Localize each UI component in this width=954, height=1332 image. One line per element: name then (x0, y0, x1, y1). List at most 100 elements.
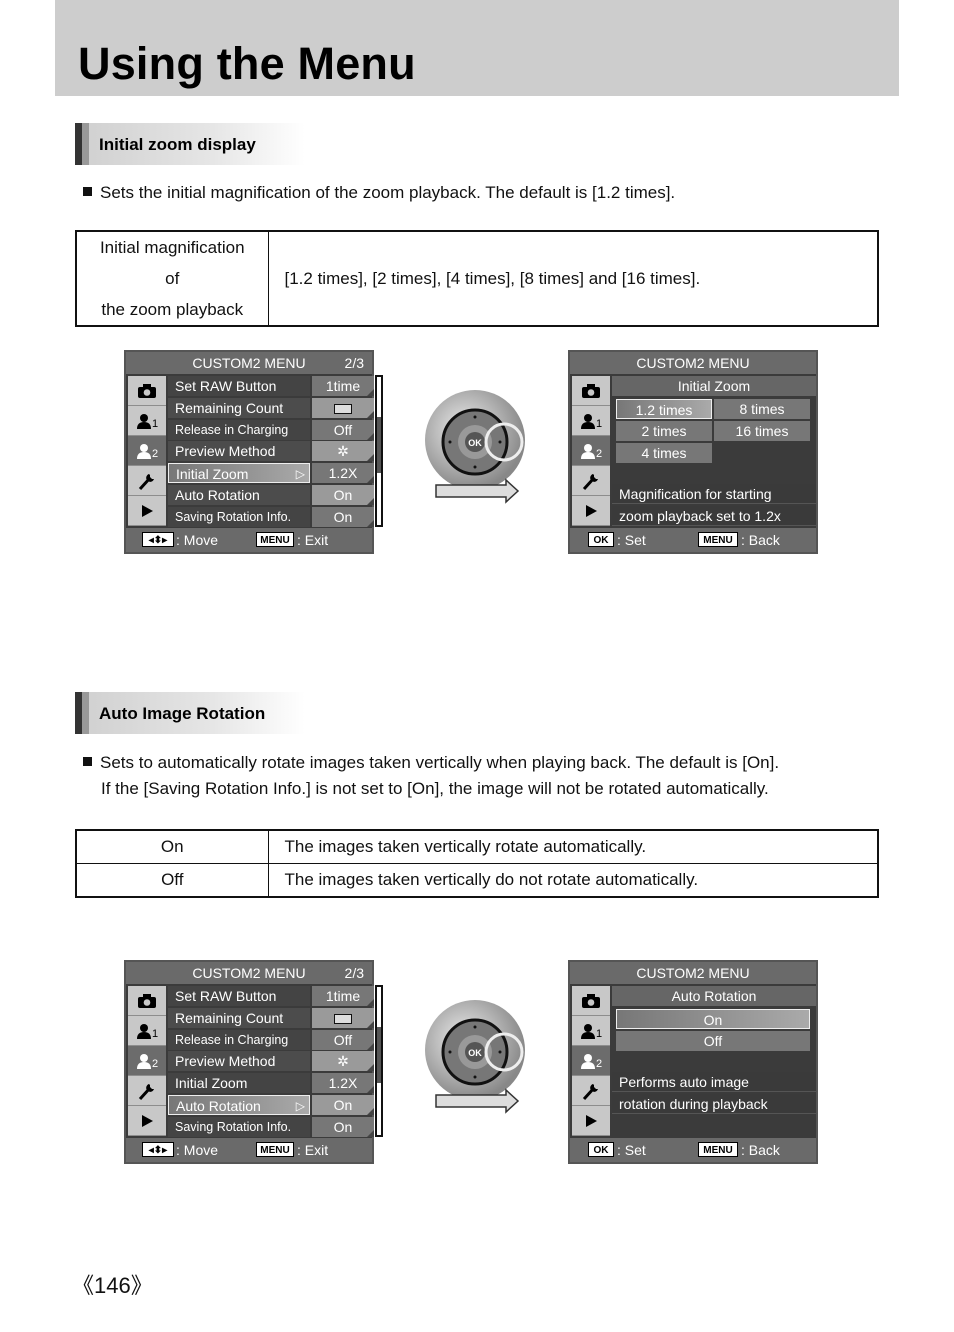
wrench-icon[interactable] (128, 1076, 166, 1106)
row-value-text: On (333, 508, 353, 525)
camera-menu-custom2-auto-rotation: CUSTOM2 MENU 2/3 1 2 Set RAW Button 1time… (124, 960, 374, 1164)
bullet-square-icon (83, 757, 92, 766)
menu-row-release-in-charging[interactable]: Release in Charging Off (168, 1029, 374, 1052)
heading-bar (75, 692, 82, 734)
user1-icon[interactable]: 1 (128, 406, 166, 436)
tab-number: 2 (151, 447, 159, 460)
menu-row-preview-method[interactable]: Preview Method ✲ (168, 441, 374, 463)
row-value: ✲ (312, 1051, 374, 1072)
option-off[interactable]: Off (616, 1031, 810, 1051)
play-icon[interactable] (572, 496, 610, 526)
footer-hint: : Exit (297, 1142, 329, 1158)
option-on[interactable]: On (616, 1009, 810, 1029)
corner-mark (367, 1064, 374, 1072)
menu-footer: OK : Set MENU : Back (570, 1138, 816, 1162)
menu-row-remaining-count[interactable]: Remaining Count (168, 397, 374, 420)
remaining-count-box-icon (334, 403, 352, 414)
camera-icon[interactable] (128, 376, 166, 406)
menu-row-release-in-charging[interactable]: Release in Charging Off (168, 419, 374, 442)
scrollbar-thumb[interactable] (377, 1027, 381, 1083)
play-icon[interactable] (128, 496, 166, 526)
options-table-auto-rotation: On The images taken vertically rotate au… (75, 829, 879, 898)
menu-titlebar: CUSTOM2 MENU (570, 352, 816, 374)
table-value-cell: [1.2 times], [2 times], [4 times], [8 ti… (267, 230, 879, 327)
ok-key-icon: OK (588, 532, 614, 547)
option-4-times[interactable]: 4 times (616, 443, 712, 463)
footer-hint: : Move (176, 532, 219, 548)
menu-row-remaining-count[interactable]: Remaining Count (168, 1007, 374, 1030)
corner-mark (367, 1020, 374, 1028)
camera-icon[interactable] (572, 376, 610, 406)
user2-icon[interactable]: 2 (128, 436, 166, 466)
row-value-text: 1time (325, 988, 361, 1004)
menu-tab-column: 1 2 (128, 376, 166, 526)
option-16-times[interactable]: 16 times (714, 421, 810, 441)
row-value (312, 1007, 374, 1028)
menu-key-icon: MENU (698, 1142, 738, 1157)
footer-hint: : Set (617, 532, 646, 548)
row-value: Off (312, 419, 374, 440)
corner-mark (367, 410, 374, 418)
camera-submenu-initial-zoom: CUSTOM2 MENU 1 2 Initial Zoom 1.2 times … (568, 350, 818, 554)
menu-row-set-raw-button[interactable]: Set RAW Button 1time (168, 376, 374, 398)
menu-title: CUSTOM2 MENU (636, 965, 750, 981)
ok-label: OK (468, 438, 482, 448)
menu-row-auto-rotation[interactable]: Auto Rotation On (168, 484, 374, 507)
menu-row-preview-method[interactable]: Preview Method ✲ (168, 1051, 374, 1073)
corner-mark (367, 389, 374, 396)
menu-key-icon: MENU (256, 532, 294, 547)
menu-row-saving-rotation-info[interactable]: Saving Rotation Info. On (168, 1116, 374, 1139)
row-label: Set RAW Button (168, 376, 310, 396)
camera-icon[interactable] (572, 986, 610, 1016)
menu-tab-column: 1 2 (128, 986, 166, 1136)
menu-scrollbar[interactable] (375, 985, 383, 1137)
menu-row-set-raw-button[interactable]: Set RAW Button 1time (168, 986, 374, 1008)
option-2-times[interactable]: 2 times (616, 421, 712, 441)
table-row: On The images taken vertically rotate au… (75, 829, 879, 864)
row-value: On (312, 1094, 374, 1115)
wrench-icon[interactable] (572, 1076, 610, 1106)
tab-number: 2 (151, 1057, 159, 1070)
play-icon[interactable] (572, 1106, 610, 1136)
table-key-cell: On (75, 829, 269, 864)
table-key-cell: Initial magnification of the zoom playba… (75, 230, 269, 327)
submenu-arrow-icon: ▷ (295, 467, 305, 482)
corner-mark (367, 497, 374, 505)
user1-icon[interactable]: 1 (128, 1016, 166, 1046)
user1-icon[interactable]: 1 (572, 406, 610, 436)
option-8-times[interactable]: 8 times (714, 399, 810, 419)
description-line: Magnification for starting (612, 484, 816, 504)
user2-icon[interactable]: 2 (572, 1046, 610, 1076)
wrench-icon[interactable] (572, 466, 610, 496)
menu-rows: Set RAW Button 1time Remaining Count Rele… (168, 376, 374, 529)
scrollbar-thumb[interactable] (377, 417, 381, 473)
row-value-text: On (333, 486, 353, 503)
menu-key-icon: MENU (698, 532, 738, 547)
menu-title: CUSTOM2 MENU (192, 965, 306, 981)
menu-tab-column: 1 2 (572, 376, 610, 526)
row-value: Off (312, 1029, 374, 1050)
user2-icon[interactable]: 2 (572, 436, 610, 466)
row-label: Remaining Count (168, 397, 310, 418)
wrench-icon[interactable] (128, 466, 166, 496)
table-row: Off The images taken vertically do not r… (75, 863, 879, 898)
tab-number: 1 (151, 1027, 159, 1040)
section-heading-initial-zoom: Initial zoom display (75, 123, 305, 165)
row-label: Release in Charging (168, 419, 310, 440)
row-value: 1.2X (312, 463, 374, 484)
menu-row-saving-rotation-info[interactable]: Saving Rotation Info. On (168, 506, 374, 529)
menu-footer: OK : Set MENU : Back (570, 528, 816, 552)
user2-icon[interactable]: 2 (128, 1046, 166, 1076)
menu-scrollbar[interactable] (375, 375, 383, 527)
menu-row-initial-zoom[interactable]: Initial Zoom ▷ 1.2X (168, 463, 374, 485)
menu-row-auto-rotation[interactable]: Auto Rotation ▷ On (168, 1094, 374, 1117)
menu-row-initial-zoom[interactable]: Initial Zoom 1.2X (168, 1073, 374, 1095)
user1-icon[interactable]: 1 (572, 1016, 610, 1046)
camera-submenu-auto-rotation: CUSTOM2 MENU 1 2 Auto Rotation On Off Pe… (568, 960, 818, 1164)
camera-icon[interactable] (128, 986, 166, 1016)
option-1-2-times[interactable]: 1.2 times (616, 399, 712, 419)
menu-page-indicator: 2/3 (344, 965, 364, 981)
table-key-line: the zoom playback (101, 300, 244, 319)
bullet-text: Sets to automatically rotate images take… (100, 753, 780, 772)
play-icon[interactable] (128, 1106, 166, 1136)
